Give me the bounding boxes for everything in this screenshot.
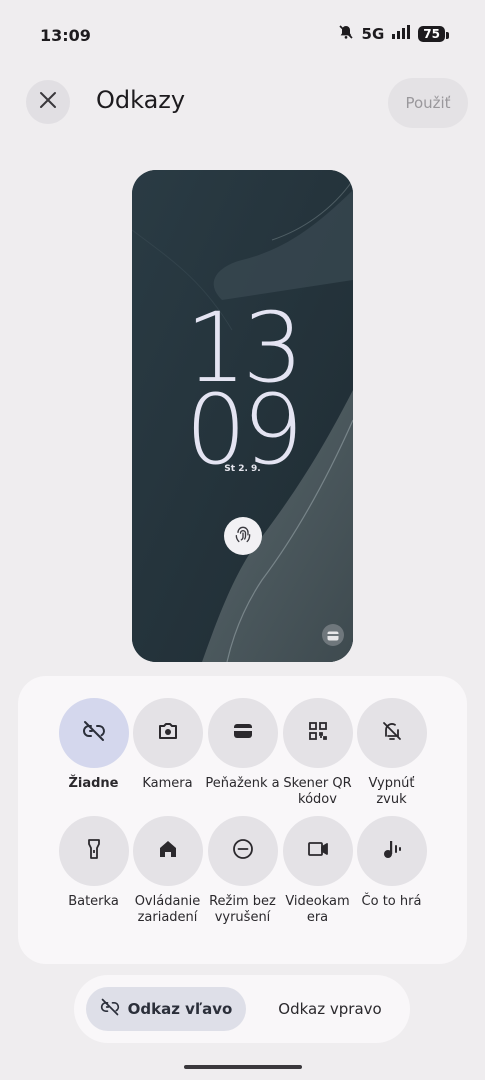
wallet-icon <box>231 719 255 747</box>
apply-button[interactable]: Použiť <box>388 78 468 128</box>
fingerprint-button <box>224 517 262 555</box>
wallet-icon <box>327 626 339 645</box>
shortcut-qr-scanner[interactable]: Skener QR kódov <box>280 698 355 808</box>
now-playing-icon <box>380 837 404 865</box>
camera-icon <box>156 719 180 747</box>
shortcut-flashlight[interactable]: Baterka <box>56 816 131 910</box>
shortcut-none[interactable]: Žiadne <box>56 698 131 792</box>
shortcut-qr-scanner-button[interactable] <box>282 698 353 768</box>
shortcut-label: Skener QR kódov <box>283 776 352 807</box>
shortcut-mute[interactable]: Vypnúť zvuk <box>354 698 429 808</box>
home-icon <box>156 837 180 865</box>
left-shortcut-label: Odkaz vľavo <box>127 1000 233 1018</box>
link-off-icon <box>100 997 120 1021</box>
right-shortcut-label: Odkaz vpravo <box>278 1000 382 1018</box>
shortcut-device-controls-button[interactable] <box>132 816 203 886</box>
close-icon <box>39 91 57 113</box>
shortcut-label: Čo to hrá <box>361 894 422 909</box>
fingerprint-icon <box>233 524 253 548</box>
do-not-disturb-icon <box>231 837 255 865</box>
shortcut-label: Žiadne <box>68 776 119 791</box>
shortcut-now-playing-button[interactable] <box>356 816 427 886</box>
gesture-navigation-bar[interactable] <box>184 1065 302 1069</box>
lockscreen-preview: 13 09 St 2. 9. <box>132 170 353 662</box>
shortcut-video-camera[interactable]: Videokam era <box>280 816 355 926</box>
shortcut-panel: Žiadne Kamera Peňaženk a Skener QR kódov <box>18 676 467 964</box>
status-bar: 13:09 5G 75 <box>0 0 485 70</box>
flashlight-icon <box>82 837 106 865</box>
shortcut-label: Režim bez vyrušení <box>209 894 276 925</box>
network-type: 5G <box>361 25 385 43</box>
wallet-shortcut-preview <box>322 624 344 646</box>
shortcut-do-not-disturb[interactable]: Režim bez vyrušení <box>205 816 280 926</box>
lockscreen-date: St 2. 9. <box>224 464 261 474</box>
left-shortcut-tab[interactable]: Odkaz vľavo <box>86 987 246 1031</box>
shortcut-label: Ovládanie zariadení <box>134 894 201 925</box>
shortcut-label: Kamera <box>142 776 193 791</box>
bell-off-icon <box>380 719 404 747</box>
shortcut-do-not-disturb-button[interactable] <box>207 816 278 886</box>
shortcut-mute-button[interactable] <box>356 698 427 768</box>
link-off-icon <box>82 719 106 747</box>
shortcut-label: Peňaženk a <box>205 776 280 791</box>
signal-icon <box>392 25 411 43</box>
shortcut-flashlight-button[interactable] <box>58 816 129 886</box>
shortcut-wallet-button[interactable] <box>207 698 278 768</box>
video-camera-icon <box>306 837 330 865</box>
shortcut-label: Baterka <box>68 894 119 909</box>
shortcut-camera-button[interactable] <box>132 698 203 768</box>
status-icons: 5G 75 <box>338 24 449 44</box>
shortcut-label: Videokam era <box>285 894 350 925</box>
shortcut-camera[interactable]: Kamera <box>130 698 205 792</box>
battery-icon: 75 <box>418 26 449 42</box>
shortcut-wallet[interactable]: Peňaženk a <box>205 698 280 792</box>
shortcut-device-controls[interactable]: Ovládanie zariadení <box>130 816 205 926</box>
page-title: Odkazy <box>96 86 186 114</box>
right-shortcut-tab[interactable]: Odkaz vpravo <box>260 987 400 1031</box>
qr-scanner-icon <box>306 719 330 747</box>
side-toggle: Odkaz vľavo Odkaz vpravo <box>74 975 410 1043</box>
shortcut-now-playing[interactable]: Čo to hrá <box>354 816 429 910</box>
mute-icon <box>338 24 354 44</box>
shortcut-video-camera-button[interactable] <box>282 816 353 886</box>
shortcut-label: Vypnúť zvuk <box>368 776 415 807</box>
close-button[interactable] <box>26 80 70 124</box>
shortcut-none-button[interactable] <box>58 698 129 768</box>
status-time: 13:09 <box>40 26 91 45</box>
